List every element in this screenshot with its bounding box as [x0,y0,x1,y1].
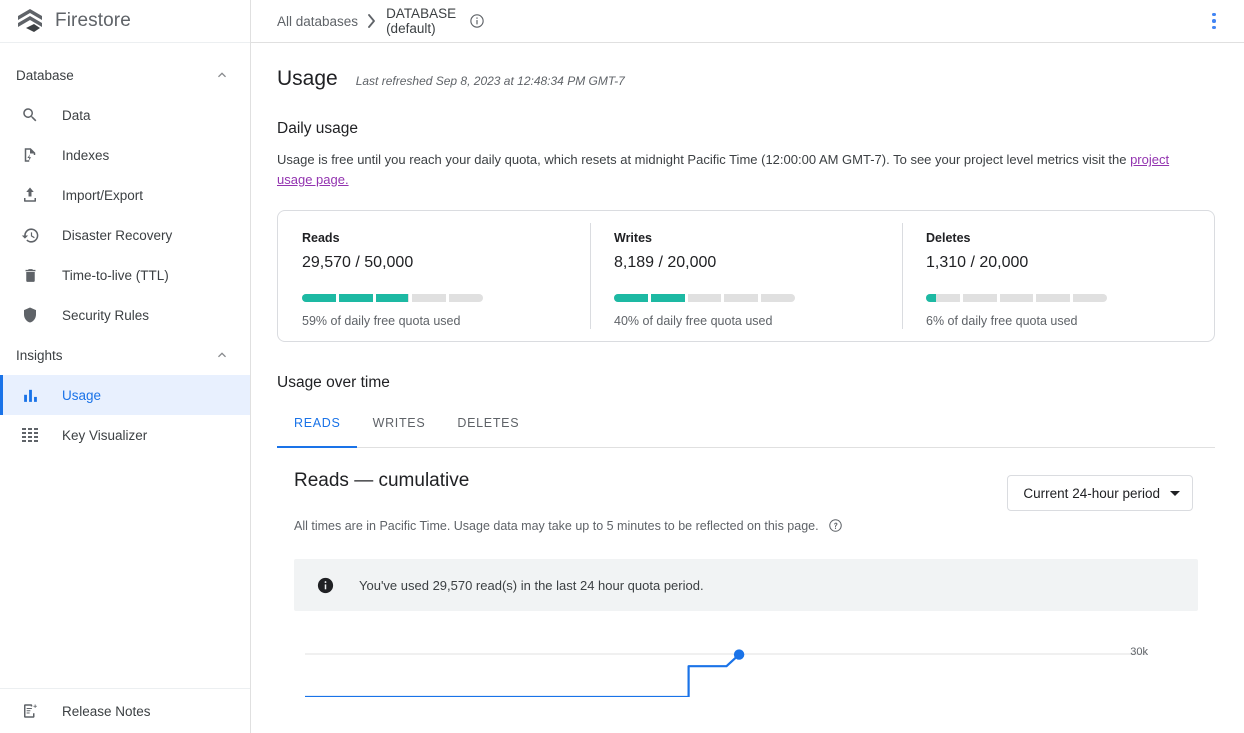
bar-chart-icon [20,385,40,405]
tab-deletes[interactable]: DELETES [441,416,535,447]
quota-value-reads: 29,570 / 50,000 [302,254,568,272]
page-header: Usage Last refreshed Sep 8, 2023 at 12:4… [277,43,1244,91]
sidebar-item-indexes-label: Indexes [62,148,109,163]
release-notes-icon [20,701,40,721]
last-refreshed-text: Last refreshed Sep 8, 2023 at 12:48:34 P… [356,74,625,88]
chevron-up-icon [214,347,230,363]
sidebar-item-security-rules-label: Security Rules [62,308,149,323]
sidebar-item-data[interactable]: Data [0,95,250,135]
quota-label-deletes: Deletes [926,231,1192,245]
grid-icon [20,425,40,445]
tab-reads[interactable]: READS [277,416,357,447]
sidebar-item-ttl[interactable]: Time-to-live (TTL) [0,255,250,295]
reads-cumulative-line [305,655,739,697]
quota-label-reads: Reads [302,231,568,245]
quota-note-reads: 59% of daily free quota used [302,314,568,328]
sidebar-group-insights[interactable]: Insights [0,335,250,375]
quota-value-deletes: 1,310 / 20,000 [926,254,1192,272]
period-select[interactable]: Current 24-hour period [1007,475,1193,511]
reads-cumulative-chart: 30k [294,637,1198,697]
daily-usage-description-text: Usage is free until you reach your daily… [277,152,1130,167]
sidebar-item-data-label: Data [62,108,91,123]
breadcrumb-current-database: DATABASE (default) [386,6,456,36]
usage-tabs: READS WRITES DELETES [277,416,1215,448]
sidebar-item-key-visualizer[interactable]: Key Visualizer [0,415,250,455]
sidebar-item-import-export[interactable]: Import/Export [0,175,250,215]
sidebar-item-ttl-label: Time-to-live (TTL) [62,268,169,283]
sidebar-item-disaster-recovery[interactable]: Disaster Recovery [0,215,250,255]
usage-info-banner-text: You've used 29,570 read(s) in the last 2… [359,578,704,593]
chart-header-left: Reads — cumulative All times are in Paci… [294,470,1007,533]
breadcrumb-all-databases[interactable]: All databases [277,14,358,29]
page-title: Usage [277,67,338,91]
sidebar-nav: Database Data Indexes [0,43,250,688]
trash-icon [20,265,40,285]
chart-panel: Reads — cumulative All times are in Paci… [277,448,1215,697]
quota-meter-writes [614,294,795,302]
info-filled-icon [316,576,335,595]
search-icon [20,105,40,125]
firestore-logo-icon [13,6,55,36]
chart-subtitle-row: All times are in Pacific Time. Usage dat… [294,518,1007,533]
reads-latest-point [734,649,744,659]
sidebar-item-disaster-recovery-label: Disaster Recovery [62,228,172,243]
chevron-up-icon [214,67,230,83]
breadcrumb-current-line2: (default) [386,21,456,36]
sidebar-item-release-notes-label: Release Notes [62,704,151,719]
upload-icon [20,185,40,205]
daily-usage-heading: Daily usage [277,120,1244,138]
y-axis-tick-30k: 30k [1130,646,1148,658]
sidebar-group-database-label: Database [16,68,214,83]
page-content: Usage Last refreshed Sep 8, 2023 at 12:4… [251,43,1244,733]
chart-title: Reads — cumulative [294,470,1007,492]
period-select-value: Current 24-hour period [1023,486,1160,501]
indexes-icon [20,145,40,165]
chart-header: Reads — cumulative All times are in Paci… [294,470,1193,533]
help-outline-icon[interactable] [828,518,843,533]
shield-icon [20,305,40,325]
quota-value-writes: 8,189 / 20,000 [614,254,880,272]
sidebar-item-release-notes[interactable]: Release Notes [0,689,250,733]
sidebar-item-security-rules[interactable]: Security Rules [0,295,250,335]
chart-subtitle: All times are in Pacific Time. Usage dat… [294,519,819,533]
chevron-down-icon [1170,491,1180,496]
chevron-right-icon [358,14,386,28]
history-icon [20,225,40,245]
quota-meter-deletes [926,294,1107,302]
main-area: All databases DATABASE (default) [251,0,1244,733]
sidebar-group-database[interactable]: Database [0,55,250,95]
quota-note-writes: 40% of daily free quota used [614,314,880,328]
sidebar: Firestore Database Data [0,0,251,733]
breadcrumb-current-line1: DATABASE [386,6,456,21]
top-bar: All databases DATABASE (default) [251,0,1244,43]
breadcrumb: All databases DATABASE (default) [277,6,1202,36]
quota-note-deletes: 6% of daily free quota used [926,314,1192,328]
more-vert-icon[interactable] [1202,9,1226,33]
sidebar-item-usage-label: Usage [62,388,101,403]
quota-cell-writes: Writes 8,189 / 20,000 40% of daily free … [590,211,902,341]
sidebar-item-indexes[interactable]: Indexes [0,135,250,175]
sidebar-item-import-export-label: Import/Export [62,188,143,203]
sidebar-item-usage[interactable]: Usage [0,375,250,415]
quota-label-writes: Writes [614,231,880,245]
daily-quota-card: Reads 29,570 / 50,000 59% of daily free … [277,210,1215,342]
usage-over-time-heading: Usage over time [277,374,1244,392]
firestore-usage-page: Firestore Database Data [0,0,1244,733]
sidebar-footer: Release Notes [0,688,250,733]
quota-meter-reads [302,294,483,302]
sidebar-group-insights-label: Insights [16,348,214,363]
brand-header[interactable]: Firestore [0,0,250,43]
info-outline-icon[interactable] [469,13,485,29]
brand-name: Firestore [55,10,131,32]
quota-cell-reads: Reads 29,570 / 50,000 59% of daily free … [278,211,590,341]
tab-writes[interactable]: WRITES [357,416,442,447]
sidebar-item-key-visualizer-label: Key Visualizer [62,428,147,443]
chart-svg [294,637,1198,697]
usage-info-banner: You've used 29,570 read(s) in the last 2… [294,559,1198,611]
daily-usage-description: Usage is free until you reach your daily… [277,150,1207,190]
quota-cell-deletes: Deletes 1,310 / 20,000 6% of daily free … [902,211,1214,341]
